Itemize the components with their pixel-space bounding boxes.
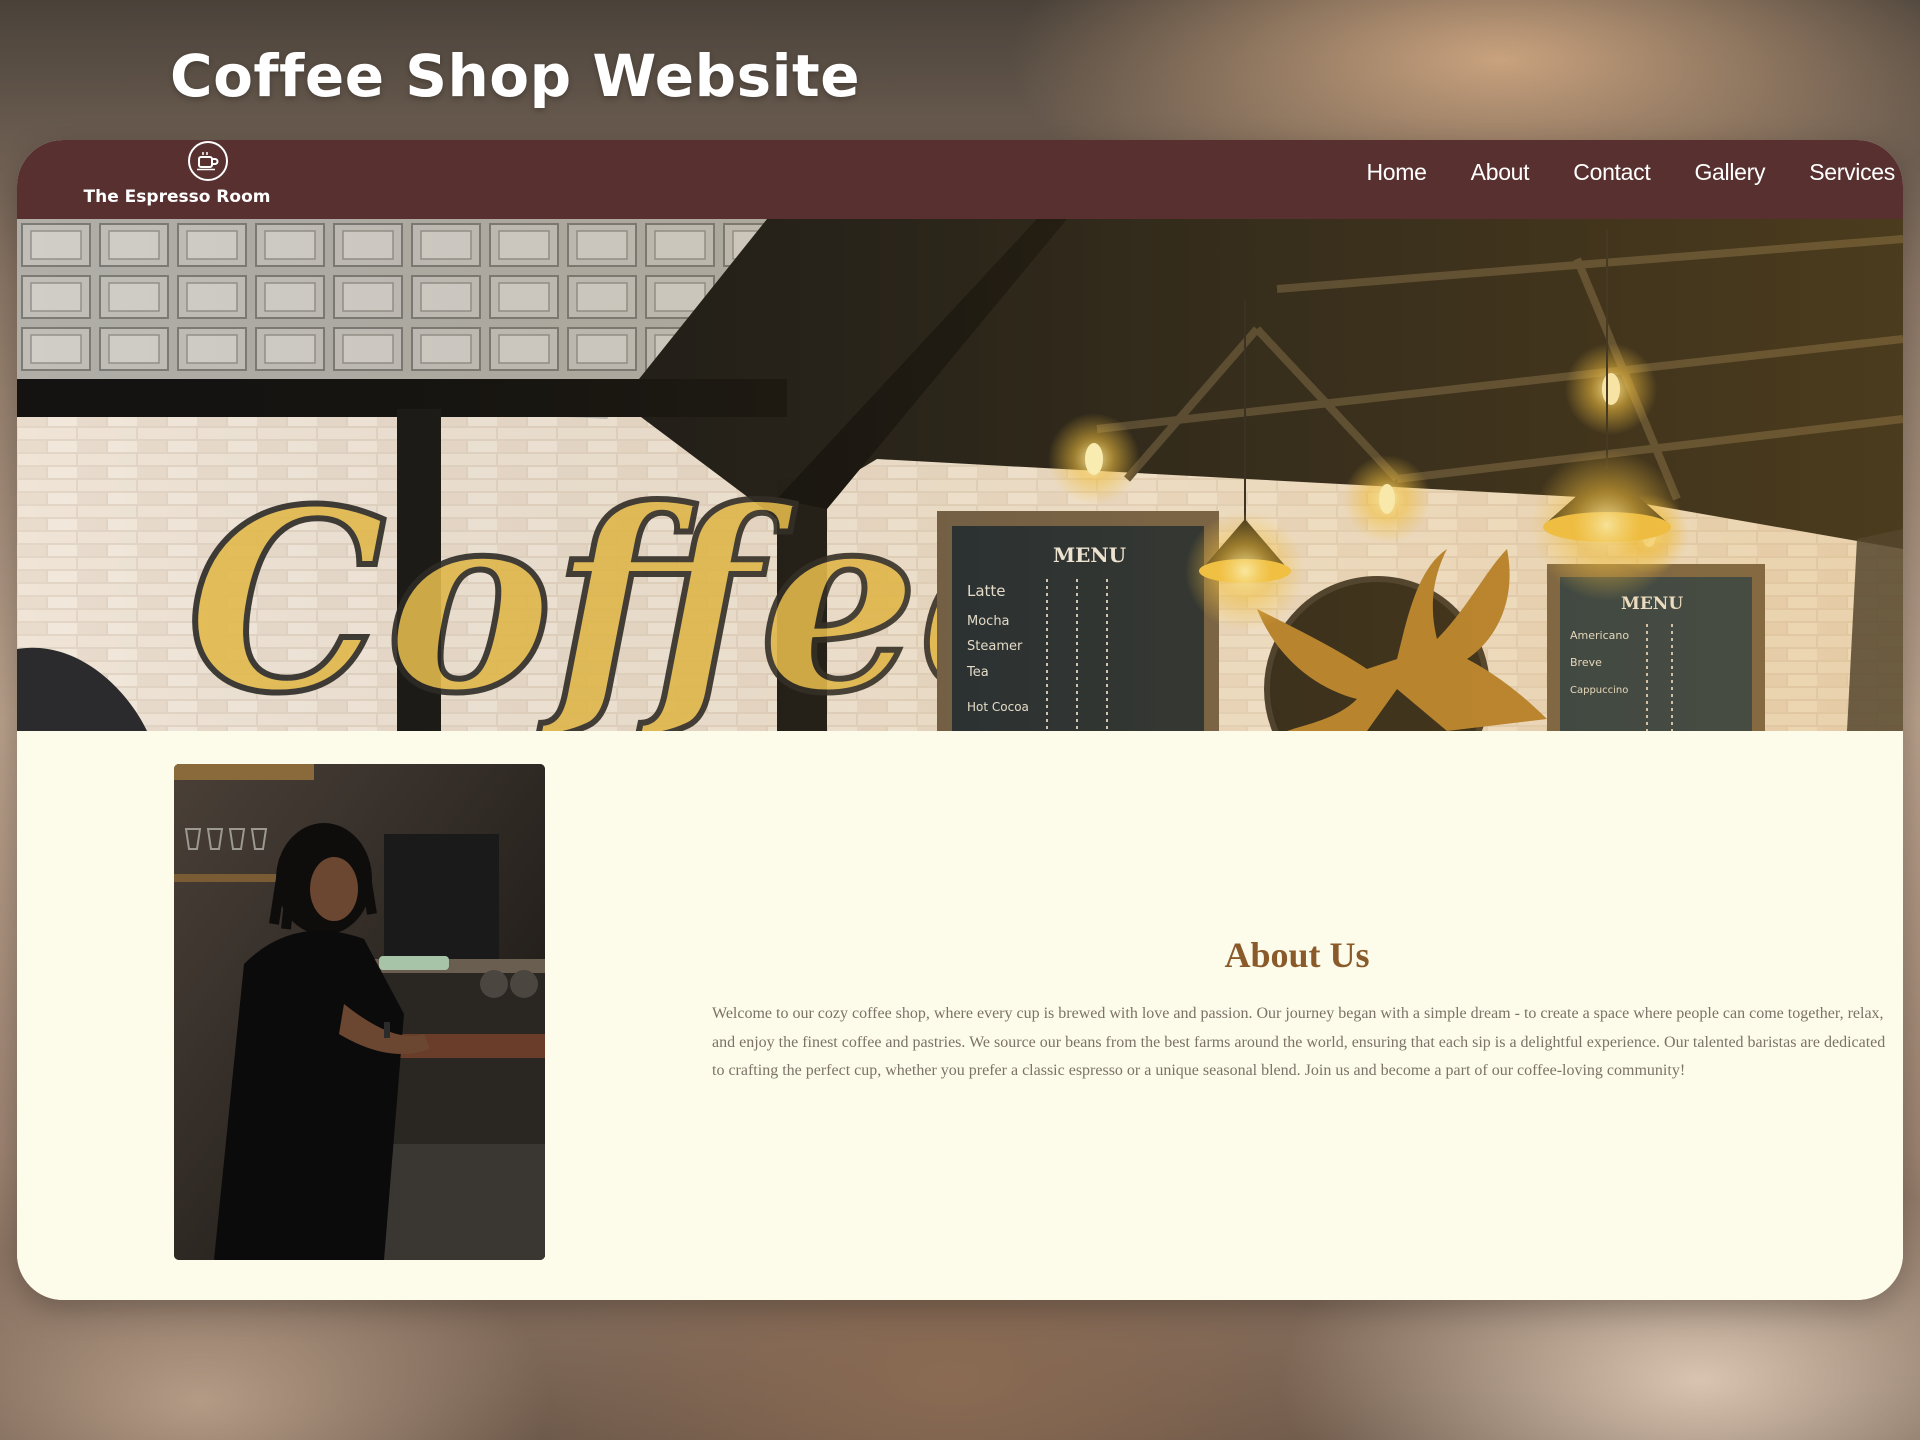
nav-link-about[interactable]: About — [1471, 159, 1530, 186]
brand[interactable]: The Espresso Room — [69, 140, 285, 219]
navbar: The Espresso Room Home About Contact Gal… — [17, 140, 1903, 219]
hero-image: Coffee MENU Latte Mocha Steamer Tea Hot … — [17, 219, 1903, 731]
page-heading: Coffee Shop Website — [170, 42, 861, 110]
website-frame: The Espresso Room Home About Contact Gal… — [17, 140, 1903, 1300]
nav-links: Home About Contact Gallery Services — [1367, 159, 1896, 186]
coffee-cup-icon — [188, 141, 228, 181]
nav-link-contact[interactable]: Contact — [1573, 159, 1650, 186]
nav-link-gallery[interactable]: Gallery — [1694, 159, 1765, 186]
brand-name: The Espresso Room — [83, 187, 271, 207]
nav-link-services[interactable]: Services — [1809, 159, 1895, 186]
about-paragraph: Welcome to our cozy coffee shop, where e… — [712, 1005, 1886, 1079]
about-section: About Us Welcome to our cozy coffee shop… — [17, 731, 1903, 1300]
about-title: About Us — [1224, 935, 1370, 975]
nav-link-home[interactable]: Home — [1367, 159, 1427, 186]
barista-photo — [174, 764, 545, 1260]
